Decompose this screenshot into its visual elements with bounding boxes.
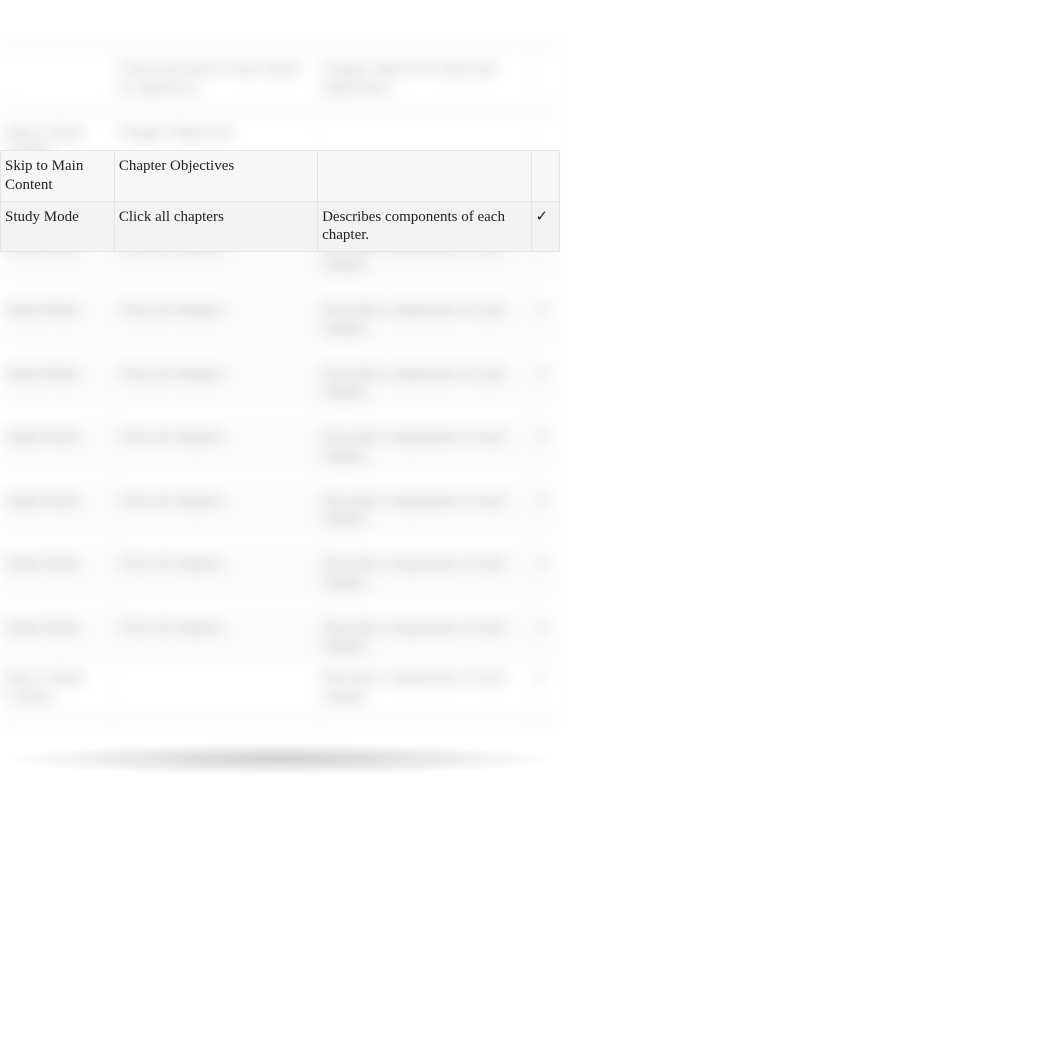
cell: [531, 536, 559, 549]
cell: [318, 409, 531, 422]
cell-objectives: Chapter Objectives: [114, 151, 317, 202]
cell: [114, 713, 317, 726]
cell: ✓: [531, 663, 559, 714]
cell: Describes components of each chapter.: [318, 295, 531, 346]
table-row: [1, 536, 560, 549]
cell: [531, 54, 559, 105]
cell: [531, 282, 559, 295]
cell: Click all chapters: [114, 485, 317, 536]
cell: [1, 345, 115, 358]
cell: [531, 713, 559, 726]
table-row: [1, 345, 560, 358]
focused-rows-layer: Skip to Main Content Chapter Objectives …: [0, 150, 560, 252]
cell: [1, 409, 115, 422]
cell: ✓: [531, 612, 559, 663]
cell: [1, 536, 115, 549]
cell: [531, 345, 559, 358]
cell: [114, 472, 317, 485]
cell: Describes components of each chapter.: [318, 485, 531, 536]
cell: ✓: [531, 358, 559, 409]
cell: [318, 282, 531, 295]
cell: Study Mode: [1, 295, 115, 346]
cell: Study Mode: [1, 549, 115, 600]
cell: [114, 536, 317, 549]
preview-table-sharp: Skip to Main Content Chapter Objectives …: [0, 150, 560, 252]
cell: Describes components of each chapter.: [318, 358, 531, 409]
cell-click-all: Click all chapters: [114, 201, 317, 252]
cell: [114, 409, 317, 422]
cell: [114, 282, 317, 295]
cell: Describes components of each chapter.: [318, 549, 531, 600]
table-row: [1, 282, 560, 295]
cell: [318, 41, 531, 54]
cell: ✓: [531, 549, 559, 600]
table-row: Skip to Main Content Describes components…: [1, 663, 560, 714]
cell: ✓: [531, 422, 559, 473]
table-row: Study ModeClick all chaptersDescribes co…: [1, 485, 560, 536]
table-row: Study Mode Click all chapters Describes …: [1, 201, 560, 252]
cell: [114, 663, 317, 714]
cell: Click all chapters: [114, 358, 317, 409]
table-row: Study ModeClick all chaptersDescribes co…: [1, 358, 560, 409]
table-row: Study ModeClick all chaptersDescribes co…: [1, 295, 560, 346]
cell-skip-link: Skip to Main Content: [1, 151, 115, 202]
cell-description: Describes components of each chapter.: [318, 201, 531, 252]
cell-description: [318, 151, 531, 202]
cell: [531, 599, 559, 612]
cell: Chapter objectives listed and linked her…: [318, 54, 531, 105]
cell: Click all chapters: [114, 549, 317, 600]
cell: [531, 409, 559, 422]
cell: [1, 472, 115, 485]
cell: [1, 104, 115, 117]
table-row: [1, 409, 560, 422]
cell: Describes components of each chapter.: [318, 612, 531, 663]
cell: [114, 599, 317, 612]
cell: [531, 41, 559, 54]
table-row: Study ModeClick all chaptersDescribes co…: [1, 422, 560, 473]
table-row: [1, 713, 560, 726]
cell: [318, 345, 531, 358]
document-preview: Click each item to learn about its objec…: [0, 40, 560, 770]
cell-check: ✓: [531, 201, 559, 252]
cell: Study Mode: [1, 485, 115, 536]
cell: [1, 713, 115, 726]
cell: [114, 41, 317, 54]
cell: [318, 599, 531, 612]
table-row: [1, 472, 560, 485]
cell: Describes components of each chapter.: [318, 422, 531, 473]
table-row: Skip to Main Content Chapter Objectives: [1, 151, 560, 202]
cell: Skip to Main Content: [1, 663, 115, 714]
cell: Click all chapters: [114, 612, 317, 663]
table-row: [1, 104, 560, 117]
cell: Study Mode: [1, 358, 115, 409]
cell: [318, 536, 531, 549]
cell: [114, 104, 317, 117]
table-row: Study ModeClick all chaptersDescribes co…: [1, 549, 560, 600]
table-row: [1, 599, 560, 612]
cell: ✓: [531, 485, 559, 536]
cell: Click all chapters: [114, 295, 317, 346]
cell: [1, 54, 115, 105]
cell: Describes components of each chapter.: [318, 663, 531, 714]
table-row: Study ModeClick all chaptersDescribes co…: [1, 612, 560, 663]
cell: [318, 472, 531, 485]
cell: Study Mode: [1, 422, 115, 473]
cell: [318, 104, 531, 117]
cell: [531, 104, 559, 117]
cell: ✓: [531, 295, 559, 346]
cell: Click all chapters: [114, 422, 317, 473]
table-row: [1, 41, 560, 54]
cell: [114, 345, 317, 358]
cell: Study Mode: [1, 612, 115, 663]
cell: [1, 41, 115, 54]
cell: [318, 713, 531, 726]
cell: [1, 282, 115, 295]
cell: [1, 599, 115, 612]
cell-check: [531, 151, 559, 202]
cell: Click each item to learn about its objec…: [114, 54, 317, 105]
table-row: Click each item to learn about its objec…: [1, 54, 560, 105]
preview-table-blurred: Click each item to learn about its objec…: [0, 40, 560, 727]
cell-study-mode: Study Mode: [1, 201, 115, 252]
cell: [531, 472, 559, 485]
